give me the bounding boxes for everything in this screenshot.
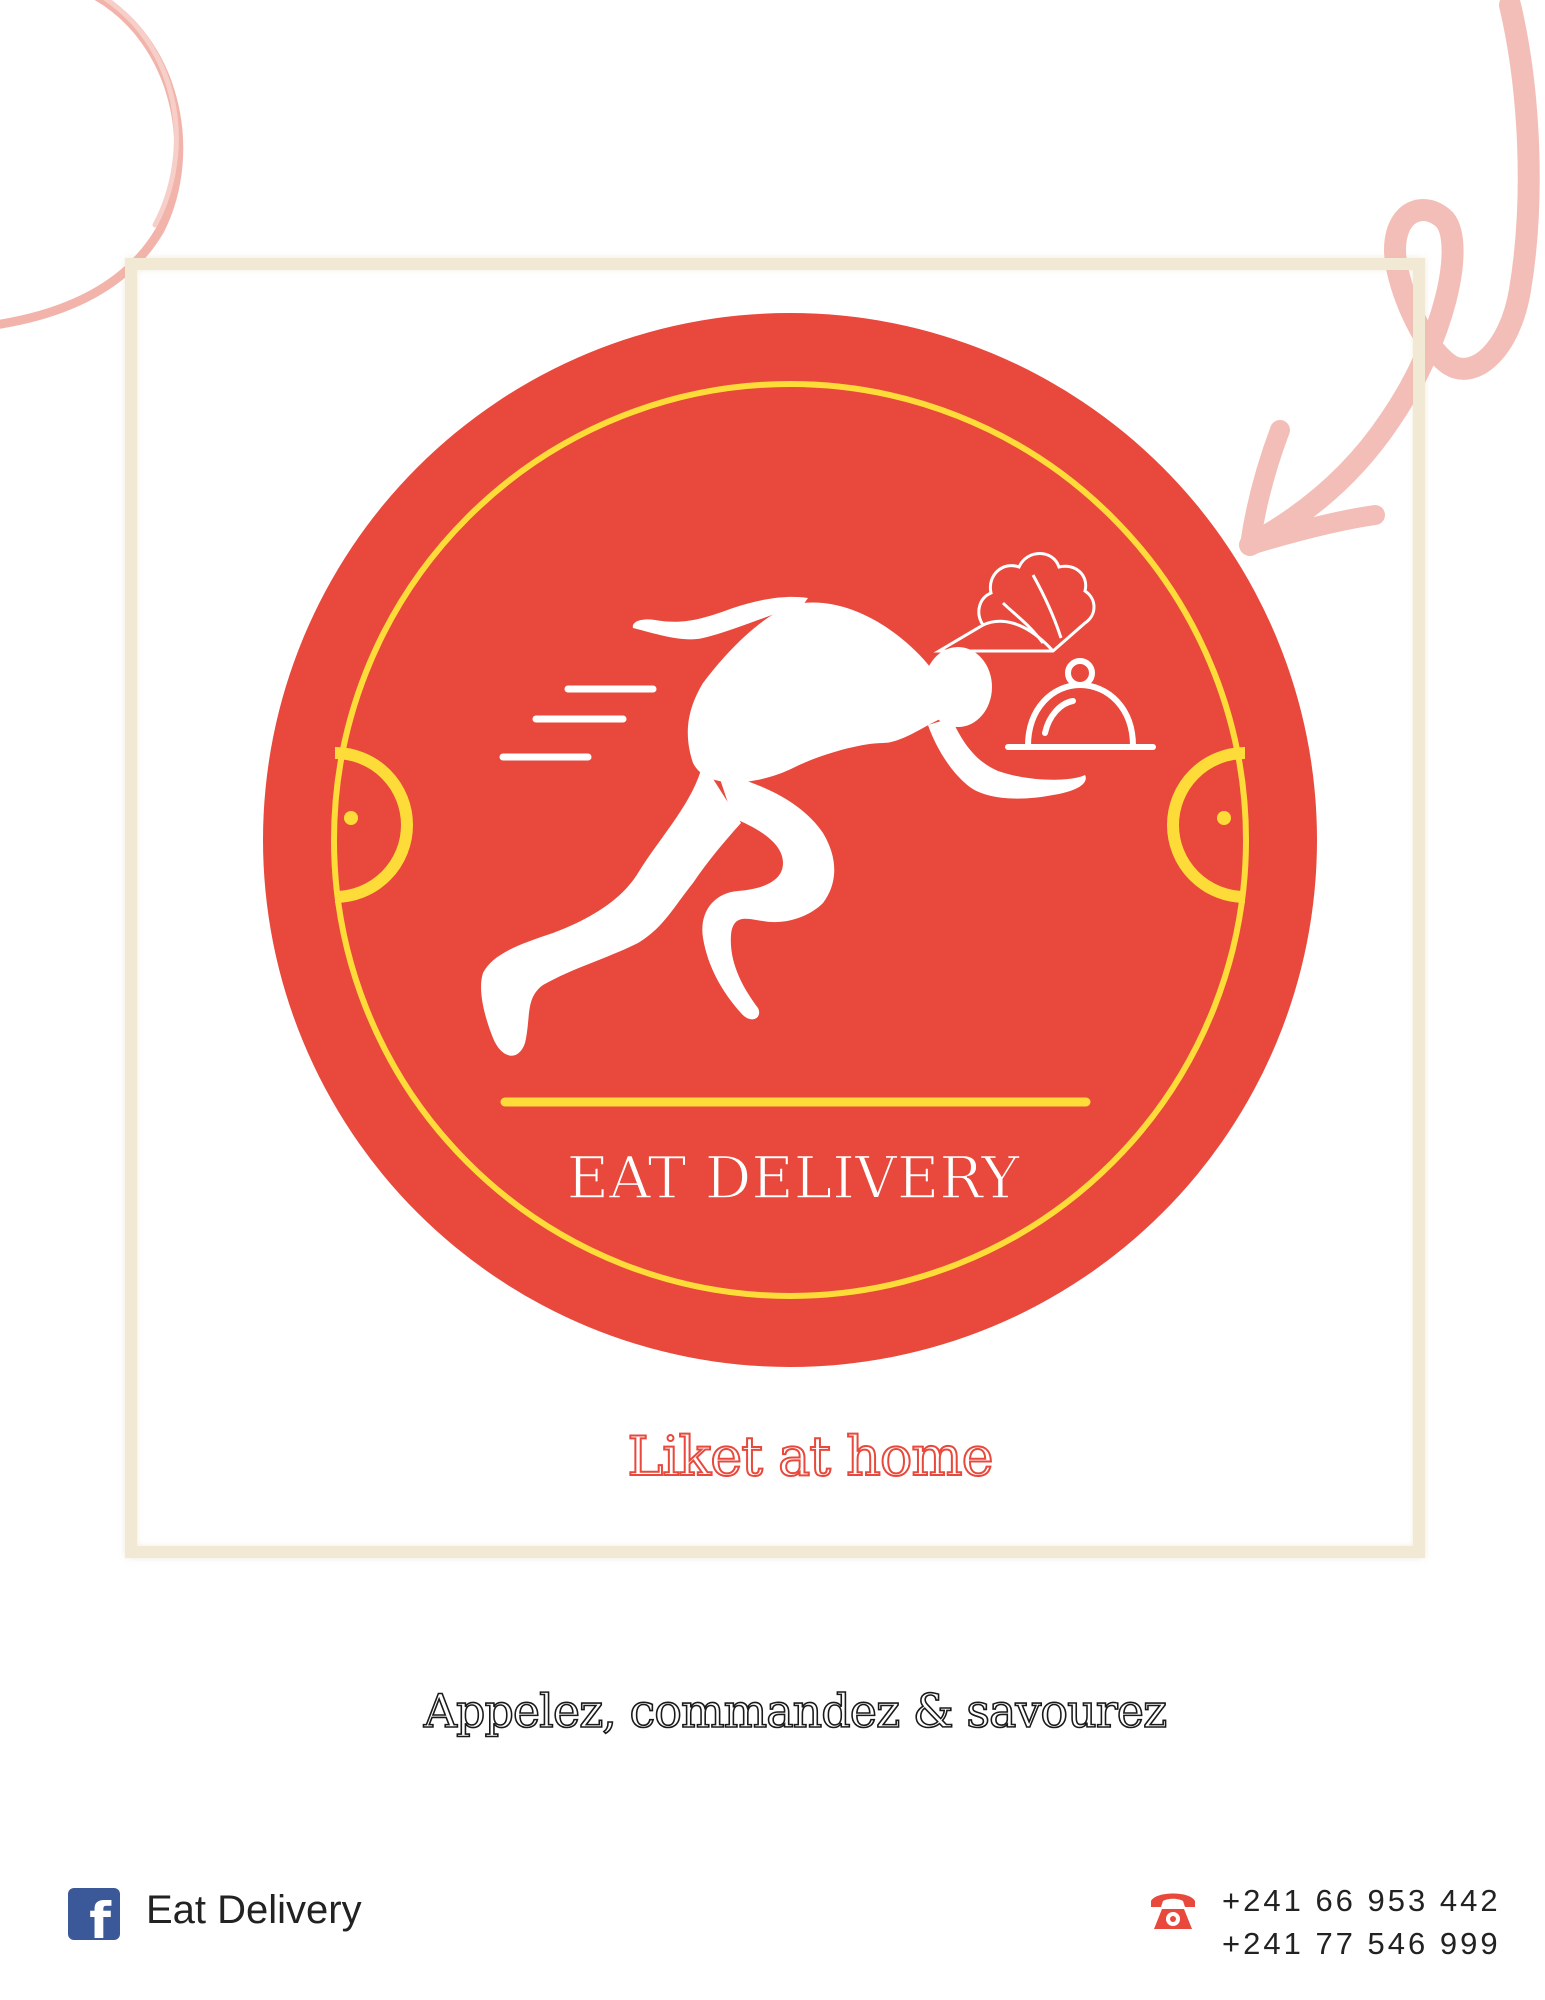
brand-name: EAT DELIVERY — [567, 1144, 1021, 1212]
facebook-page-name[interactable]: Eat Delivery — [146, 1888, 362, 1933]
eat-delivery-logo: EAT DELIVERY — [263, 313, 1317, 1367]
flyer-page: EAT DELIVERY Liket at home Appelez, comm… — [0, 0, 1545, 2000]
phone-number-2[interactable]: +241 77 546 999 — [1222, 1926, 1501, 1962]
left-side-dot — [344, 811, 358, 825]
phone-number-1[interactable]: +241 66 953 442 — [1222, 1883, 1501, 1919]
facebook-icon[interactable]: f — [68, 1888, 120, 1940]
telephone-icon — [1151, 1893, 1195, 1929]
tagline: Liket at home — [626, 1424, 994, 1489]
right-side-dot — [1217, 811, 1231, 825]
slogan: Appelez, commandez & savourez — [423, 1683, 1168, 1739]
